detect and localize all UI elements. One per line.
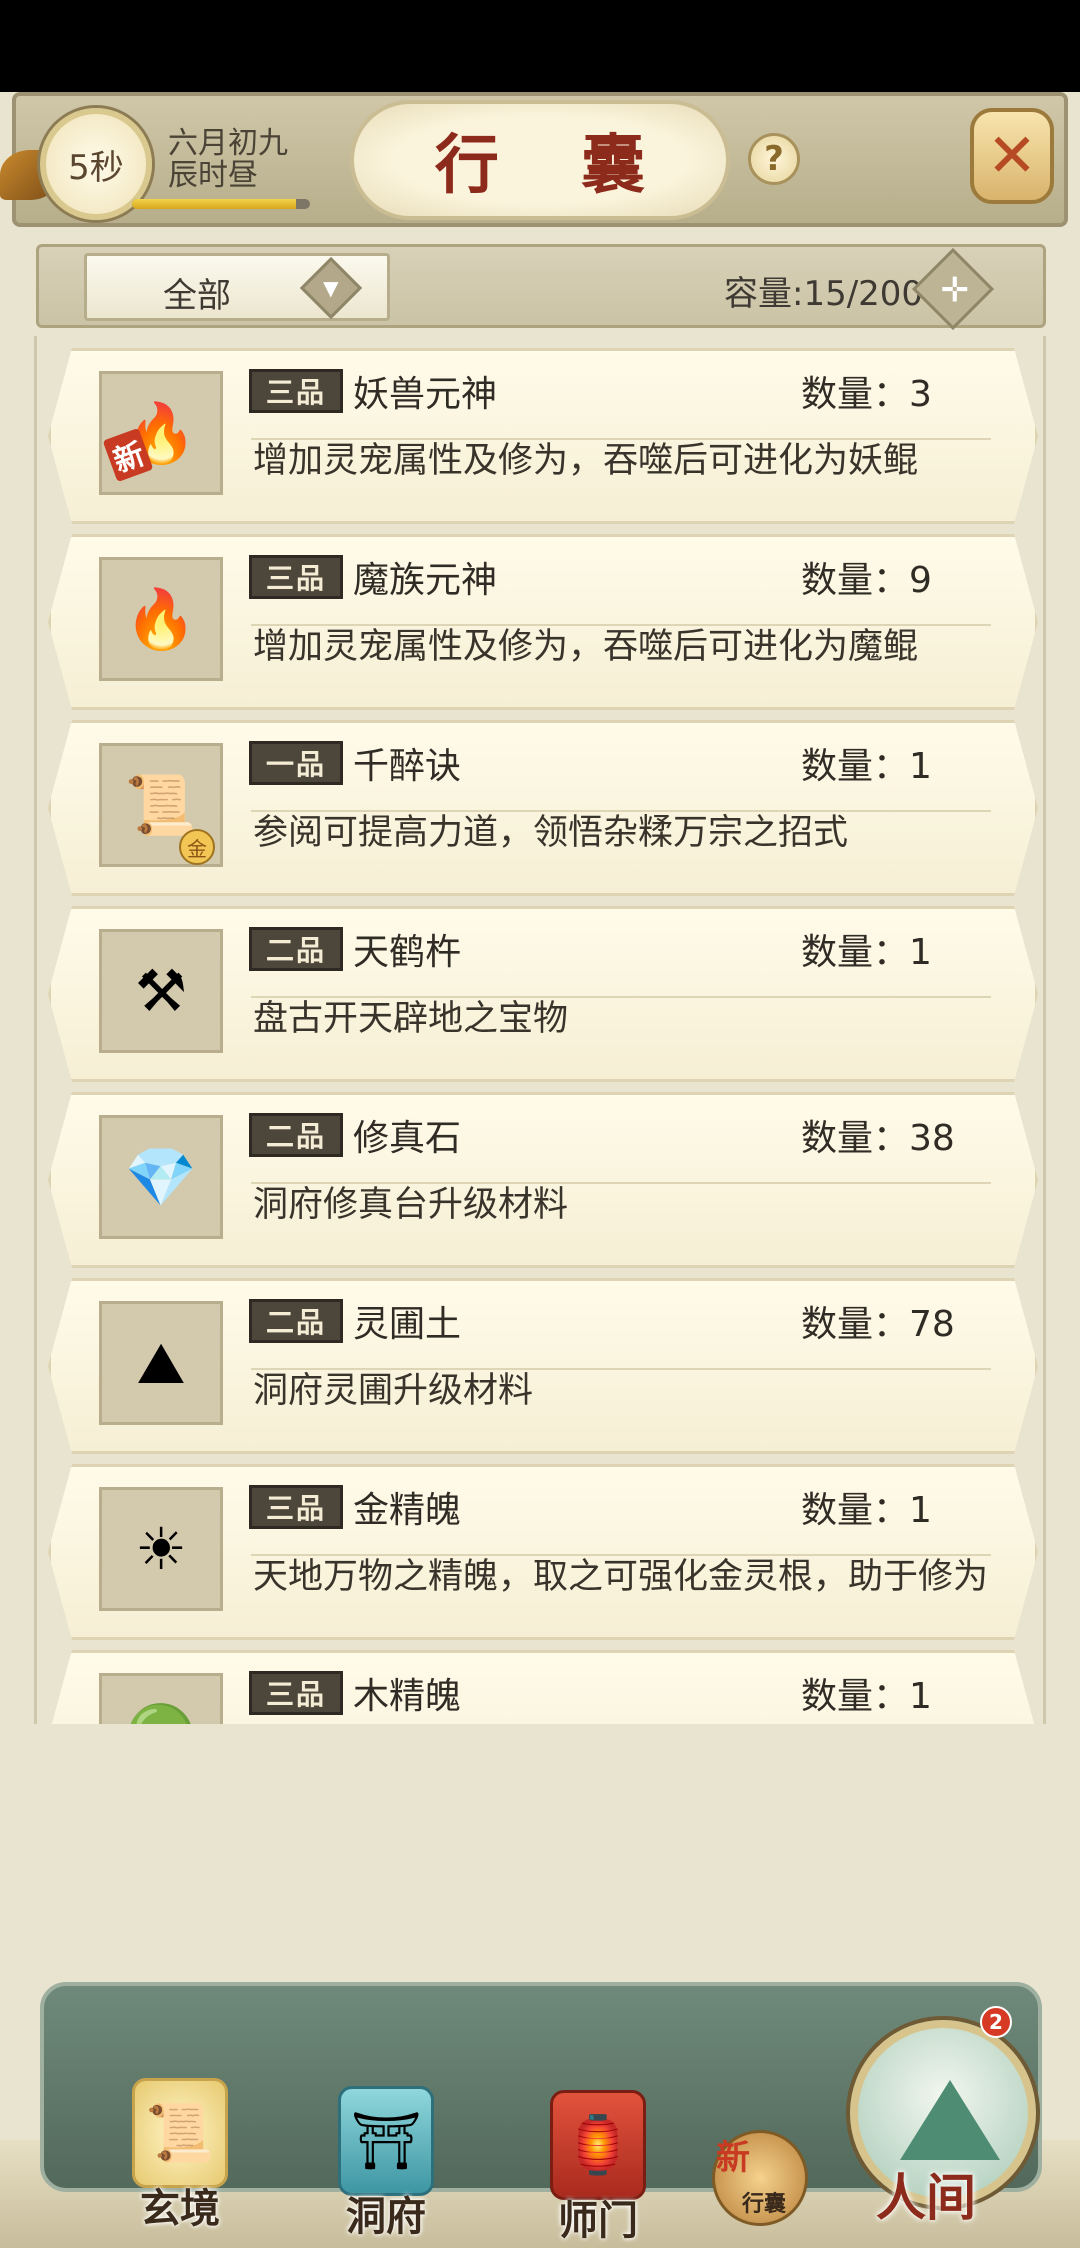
staff-icon[interactable]: ⚒ [99,929,223,1053]
item-list[interactable]: 🔥 新三品 妖兽元神 数量：3 增加灵宠属性及修为，吞噬后可进化为妖鲲 🔥 三品 魔族元神 数量… [36,338,1046,1724]
close-button[interactable]: ✕ [970,108,1054,204]
day-progress-fill [132,199,296,209]
item-quantity: 数量：1 [801,746,932,787]
item-quantity: 数量：1 [801,1490,932,1531]
item-quantity: 数量：9 [801,560,932,601]
item-name: 木精魄 [353,1676,462,1717]
title-plaque: 行 囊 [350,100,730,220]
item-description: 增加灵宠属性及修为，吞噬后可进化为妖鲲 [253,441,919,481]
item-name: 千醉诀 [353,746,462,787]
nav-dongfu-label: 洞府 [346,2193,426,2240]
nav-shimen[interactable]: 🏮 师门 [550,2090,646,2246]
item-quantity: 数量：1 [801,1676,932,1717]
item-name: 妖兽元神 [353,374,498,415]
help-button[interactable]: ? [748,133,800,185]
divider [251,1368,991,1370]
grade-badge: 三品 [249,369,343,413]
list-item[interactable]: ⚒ 二品 天鹤杵 数量：1 盘古开天辟地之宝物 [48,906,1038,1082]
category-selected-label: 全部 [163,276,231,316]
scroll-icon: 📜 [132,2078,228,2188]
nav-dongfu[interactable]: ⛩ 洞府 [338,2086,434,2242]
item-list-scroll[interactable]: 🔥 新三品 妖兽元神 数量：3 增加灵宠属性及修为，吞噬后可进化为妖鲲 🔥 三品 魔族元神 数量… [36,338,1046,1724]
page-title: 行 囊 [434,128,676,203]
item-quantity: 数量：3 [801,374,932,415]
banner-icon: 🏮 [550,2090,646,2200]
list-item[interactable]: 💎 二品 修真石 数量：38 洞府修真台升级材料 [48,1092,1038,1268]
divider [251,996,991,998]
item-name: 灵圃土 [353,1304,462,1345]
divider [251,438,991,440]
item-quantity: 数量：38 [801,1118,955,1159]
grade-badge: 二品 [249,1113,343,1157]
grade-badge: 三品 [249,555,343,599]
divider [251,1182,991,1184]
item-description: 增加灵宠属性及修为，吞噬后可进化为魔鲲 [253,627,919,667]
item-quantity: 数量：78 [801,1304,955,1345]
grade-badge: 二品 [249,1299,343,1343]
time-of-day: 辰时昼 [168,158,258,193]
crystal-icon[interactable]: 💎 [99,1115,223,1239]
list-item[interactable]: 🔥 三品 魔族元神 数量：9 增加灵宠属性及修为，吞噬后可进化为魔鲲 [48,534,1038,710]
divider [251,624,991,626]
list-item[interactable]: 🟢三品木精魄数量：1天地万物之精魄，取之可强化木灵根，助于修为 [48,1650,1038,1724]
list-item[interactable]: ⛰ 二品 灵圃土 数量：78 洞府灵圃升级材料 [48,1278,1038,1454]
nav-shimen-label: 师门 [558,2197,638,2244]
nav-xuanjing[interactable]: 📜 玄境 [132,2078,228,2234]
pavilion-icon: ⛩ [338,2086,434,2196]
category-dropdown[interactable]: 全部 ▼ [84,253,390,321]
grade-badge: 一品 [249,741,343,785]
item-name: 金精魄 [353,1490,462,1531]
gold-soul-icon[interactable]: ☀ [99,1487,223,1611]
item-name: 魔族元神 [353,560,498,601]
item-name: 修真石 [353,1118,462,1159]
grade-badge: 三品 [249,1485,343,1529]
nav-xuanjing-label: 玄境 [140,2185,220,2232]
soil-pile-icon[interactable]: ⛰ [99,1301,223,1425]
item-quantity: 数量：1 [801,932,932,973]
item-description: 天地万物之精魄，取之可强化金灵根，助于修为 [253,1557,989,1597]
list-item[interactable]: 📜 金一品 千醉诀 数量：1 参阅可提高力道，领悟杂糅万宗之招式 [48,720,1038,896]
list-item[interactable]: ☀ 三品 金精魄 数量：1 天地万物之精魄，取之可强化金灵根，助于修为 [48,1464,1038,1640]
flame-spirit-icon[interactable]: 🔥 [99,557,223,681]
grade-badge: 三品 [249,1671,343,1715]
day-progress-bar [132,199,310,209]
item-description: 洞府灵圃升级材料 [253,1371,534,1411]
item-name: 天鹤杵 [353,932,462,973]
notification-badge: 2 [980,2006,1012,2038]
world-label: 人间 [876,2168,976,2227]
mountain-icon [900,2080,1000,2160]
item-description: 盘古开天辟地之宝物 [253,999,569,1039]
divider [251,810,991,812]
grade-badge: 二品 [249,927,343,971]
item-description: 参阅可提高力道，领悟杂糅万宗之招式 [253,813,849,853]
list-item[interactable]: 🔥 新三品 妖兽元神 数量：3 增加灵宠属性及修为，吞噬后可进化为妖鲲 [48,348,1038,524]
nav-bag-label: 行囊 [742,2192,787,2217]
gold-currency-tag: 金 [179,829,215,865]
chevron-down-icon: ▼ [299,256,363,320]
item-description: 洞府修真台升级材料 [253,1185,569,1225]
capacity-label: 容量:15/200 [724,274,924,314]
divider [251,1554,991,1556]
wood-soul-icon[interactable]: 🟢 [99,1673,223,1724]
nav-bag-new-tag: 新 [716,2138,750,2178]
